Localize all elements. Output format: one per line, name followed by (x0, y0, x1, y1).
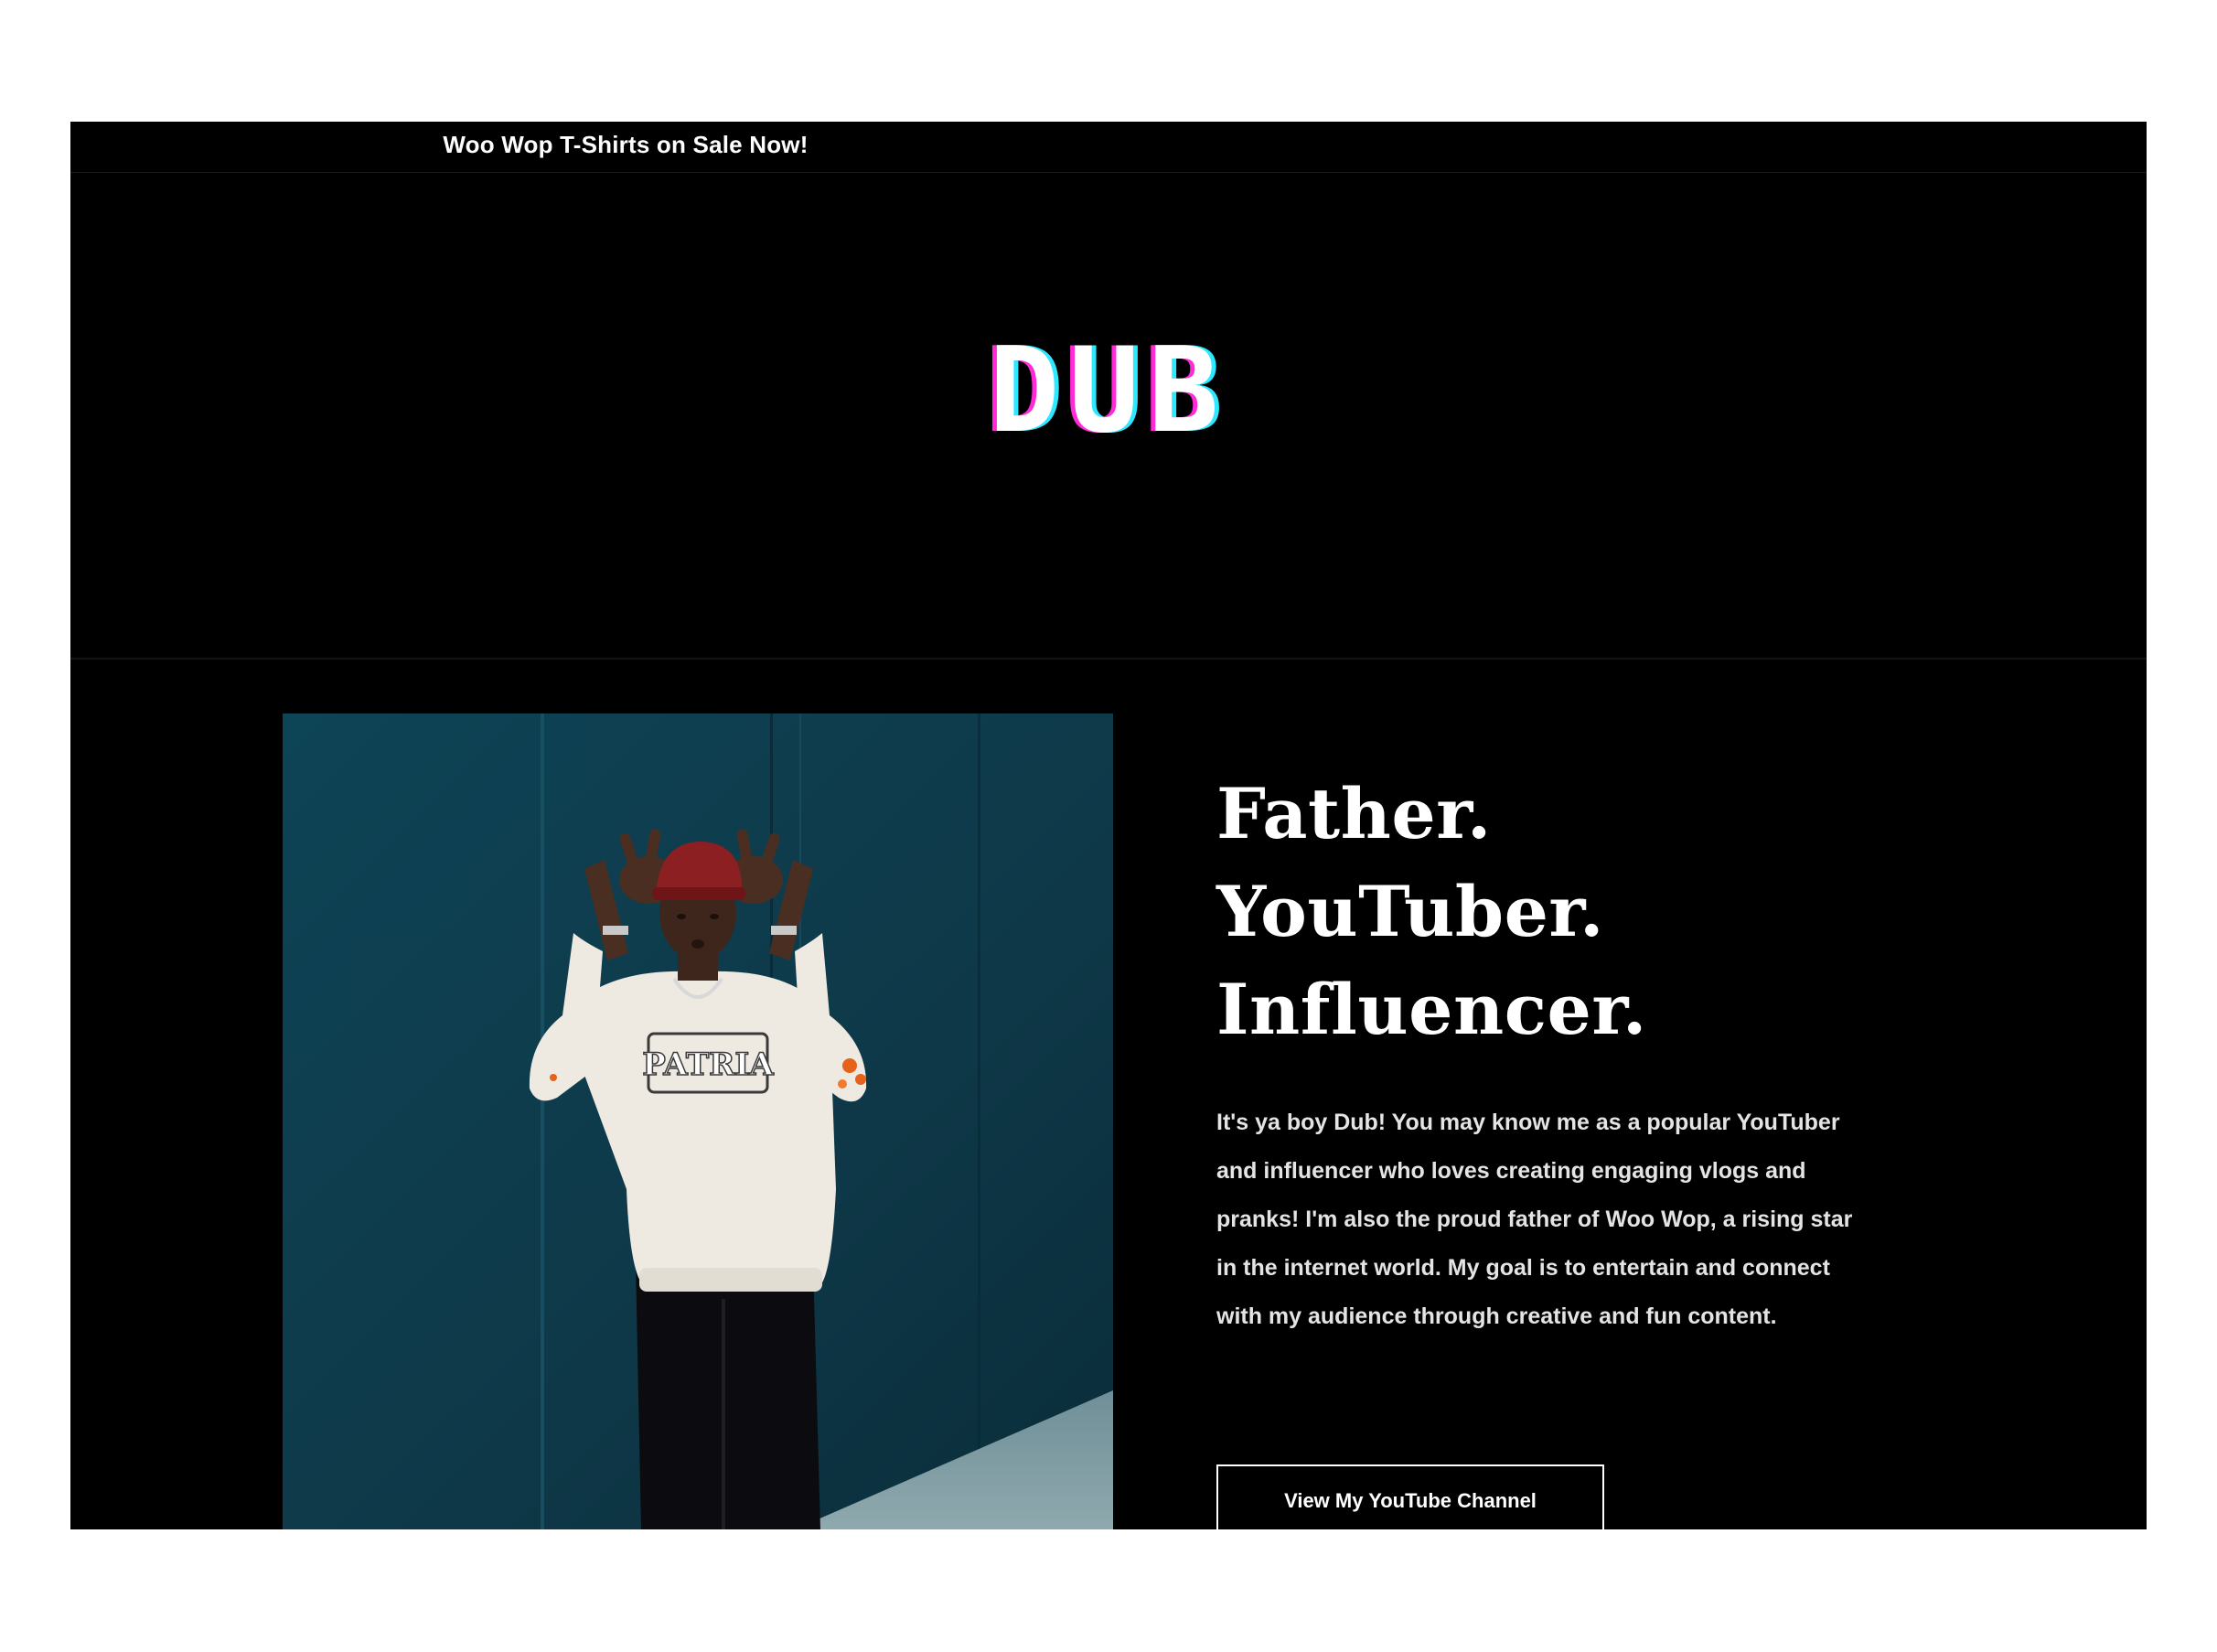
hero-bio: It's ya boy Dub! You may know me as a po… (1216, 1110, 1853, 1329)
site-header: DUB (70, 173, 2147, 660)
person-photo-illustration: PATRIA (283, 713, 1113, 1529)
hero-photo: PATRIA (283, 713, 1113, 1529)
youtube-channel-button[interactable]: View My YouTube Channel (1216, 1464, 1604, 1529)
headline-line-father: Father. (1216, 773, 1492, 854)
hero-headline: Father. YouTuber. Influencer. (1216, 765, 1875, 1058)
hero-text-block: Father. YouTuber. Influencer. It's ya bo… (1216, 765, 1875, 1529)
announcement-bar: Woo Wop T-Shirts on Sale Now! (70, 122, 2147, 173)
site-frame: Woo Wop T-Shirts on Sale Now! DUB PATRIA… (70, 122, 2147, 1529)
shirt-graphic-text: PATRIA (642, 1046, 774, 1083)
announcement-text[interactable]: Woo Wop T-Shirts on Sale Now! (70, 131, 1037, 159)
headline-line-influencer: Influencer. (1216, 969, 1647, 1050)
site-logo[interactable]: DUB (70, 333, 2147, 450)
headline-line-youtuber: YouTuber. (1216, 871, 1604, 952)
hero-section: PATRIA Father. YouTuber. Influencer. It'… (70, 660, 2147, 1529)
